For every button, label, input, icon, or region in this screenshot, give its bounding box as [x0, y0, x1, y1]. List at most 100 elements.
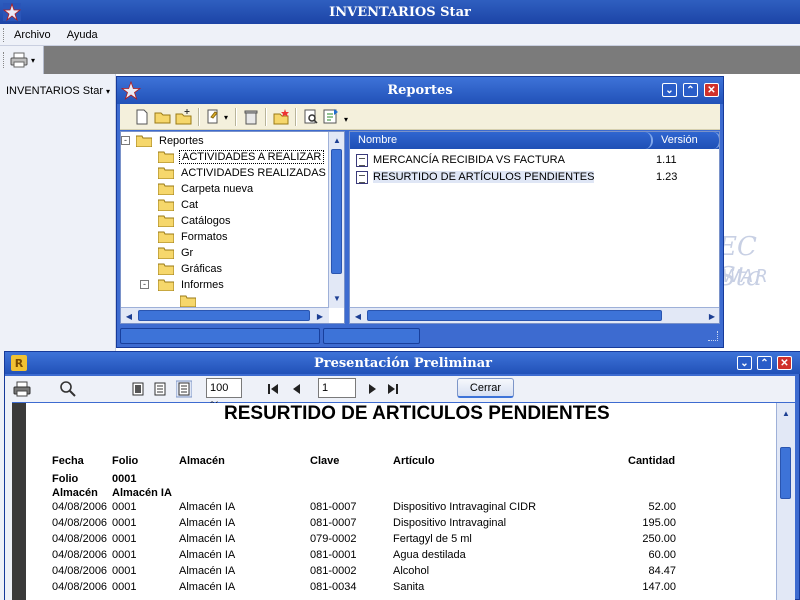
minimize-button[interactable]: ⌄	[737, 356, 752, 370]
tree-horizontal-scrollbar[interactable]: ◀ ▶	[121, 307, 329, 323]
report-list: Nombre Versión MERCANCÍA RECIBIDA VS FAC…	[349, 131, 720, 324]
tree-label: Cat	[181, 199, 199, 211]
properties-icon[interactable]	[205, 108, 223, 126]
list-hscroll-thumb[interactable]	[367, 310, 662, 321]
toolbar-grip[interactable]	[3, 52, 6, 68]
first-page-icon[interactable]	[267, 380, 279, 398]
close-button[interactable]: ✕	[704, 83, 719, 97]
report-name: MERCANCÍA RECIBIDA VS FACTURA	[373, 154, 565, 166]
list-item[interactable]: MERCANCÍA RECIBIDA VS FACTURA 1.11	[356, 152, 677, 168]
report-cell-almacen: Almacén IA	[179, 549, 236, 561]
new-document-icon[interactable]	[133, 108, 151, 126]
restore-button[interactable]: ⌃	[757, 356, 772, 370]
report-cell-cantidad: 84.47	[648, 565, 676, 577]
app-star-icon[interactable]	[3, 3, 21, 21]
report-version: 1.11	[656, 154, 677, 166]
new-report-icon[interactable]	[272, 108, 290, 126]
group-almacen-label: Almacén	[52, 487, 98, 499]
tree-item-formatos[interactable]: Formatos	[157, 229, 229, 245]
tree-item-root[interactable]: Reportes	[135, 133, 206, 149]
folder-icon	[179, 295, 197, 308]
report-cell-almacen: Almacén IA	[179, 533, 236, 545]
report-vscroll-thumb[interactable]	[780, 447, 791, 499]
report-name: RESURTIDO DE ARTÍCULOS PENDIENTES	[373, 171, 595, 183]
report-page: RESURTIDO DE ARTICULOS PENDIENTES Fecha …	[12, 403, 776, 600]
next-page-icon[interactable]	[367, 380, 379, 398]
previous-page-icon[interactable]	[290, 380, 302, 398]
folder-icon	[157, 263, 175, 276]
report-cell-clave: 081-0007	[310, 501, 357, 513]
open-folder-icon[interactable]	[154, 108, 172, 126]
export-icon[interactable]	[322, 108, 340, 126]
report-cell-fecha: 04/08/2006	[52, 549, 108, 561]
tree-item-actividades-a-realizar[interactable]: ACTIVIDADES A REALIZAR	[157, 149, 325, 165]
tree-item-gr[interactable]: Gr	[157, 245, 195, 261]
tree-vscroll-thumb[interactable]	[331, 149, 342, 274]
tree-item-graficas[interactable]: Gráficas	[157, 261, 224, 277]
report-cell-clave: 081-0002	[310, 565, 357, 577]
resize-grip-icon[interactable]	[708, 331, 718, 341]
menubar: Archivo Ayuda	[0, 24, 800, 46]
scroll-up-icon[interactable]: ▲	[329, 132, 344, 148]
report-vertical-scrollbar[interactable]: ▲	[776, 403, 795, 600]
report-cell-almacen: Almacén IA	[179, 581, 236, 593]
minimize-button[interactable]: ⌄	[662, 83, 677, 97]
tree-item-informes[interactable]: Informes	[157, 277, 226, 293]
new-folder-icon[interactable]	[175, 108, 193, 126]
close-button[interactable]: ✕	[777, 356, 792, 370]
report-cell-articulo: Fertagyl de 5 ml	[393, 533, 472, 545]
report-cell-folio: 0001	[112, 565, 137, 577]
column-header-nombre[interactable]: Nombre	[350, 132, 653, 149]
preview-icon[interactable]	[302, 108, 320, 126]
properties-dropdown-icon[interactable]: ▾	[224, 113, 228, 122]
menu-ayuda[interactable]: Ayuda	[67, 29, 98, 41]
minimize-icon: ⌄	[665, 84, 674, 96]
export-dropdown-icon[interactable]: ▾	[344, 115, 348, 124]
scroll-right-icon[interactable]: ▶	[312, 308, 328, 323]
side-panel-label: INVENTARIOS Star	[6, 85, 103, 97]
scroll-left-icon[interactable]: ◀	[350, 308, 366, 323]
last-page-icon[interactable]	[387, 380, 399, 398]
single-page-icon[interactable]	[131, 380, 145, 398]
scroll-left-icon[interactable]: ◀	[121, 308, 137, 323]
printer-icon[interactable]	[10, 51, 28, 69]
main-toolbar-strip: ▾	[0, 46, 44, 74]
report-cell-folio: 0001	[112, 533, 137, 545]
tree-item-catalogos[interactable]: Catálogos	[157, 213, 233, 229]
list-item[interactable]: RESURTIDO DE ARTÍCULOS PENDIENTES 1.23	[356, 169, 677, 185]
tree-vertical-scrollbar[interactable]: ▲ ▼	[328, 132, 344, 308]
scroll-down-icon[interactable]: ▼	[329, 290, 344, 306]
tree-label: Gr	[181, 247, 194, 259]
tree-item-cat[interactable]: Cat	[157, 197, 200, 213]
restore-button[interactable]: ⌃	[683, 83, 698, 97]
header-folio: Folio	[112, 455, 139, 467]
side-panel-dropdown[interactable]: INVENTARIOS Star ▾	[6, 85, 110, 97]
folder-tree: - Reportes ACTIVIDADES A REALIZAR ACTIVI…	[120, 131, 345, 324]
report-version: 1.23	[656, 171, 678, 183]
scroll-up-icon[interactable]: ▲	[778, 405, 794, 421]
report-cell-articulo: Alcohol	[393, 565, 430, 577]
list-horizontal-scrollbar[interactable]: ◀ ▶	[350, 307, 719, 323]
main-toolbar: ▾	[0, 46, 800, 74]
printer-dropdown-icon[interactable]: ▾	[31, 56, 35, 65]
multi-page-icon[interactable]	[176, 380, 192, 398]
tree-expand-informes[interactable]: -	[140, 280, 149, 289]
trash-icon[interactable]	[242, 108, 260, 126]
header-clave: Clave	[310, 455, 340, 467]
scroll-right-icon[interactable]: ▶	[704, 308, 719, 323]
menubar-grip[interactable]	[3, 28, 6, 42]
menu-archivo[interactable]: Archivo	[14, 29, 51, 41]
tree-item-carpeta-nueva[interactable]: Carpeta nueva	[157, 181, 255, 197]
tree-hscroll-thumb[interactable]	[138, 310, 310, 321]
zoom-field[interactable]: 100 %	[206, 378, 242, 412]
close-icon: ✕	[780, 357, 789, 369]
page-number-field[interactable]: 1	[318, 378, 356, 398]
print-icon[interactable]	[13, 380, 31, 398]
close-preview-button[interactable]: Cerrar	[457, 378, 514, 398]
tree-item-actividades-realizadas[interactable]: ACTIVIDADES REALIZADAS	[157, 165, 328, 181]
page-width-icon[interactable]	[153, 380, 167, 398]
column-header-version[interactable]: Versión	[653, 132, 719, 149]
tree-expand-root[interactable]: -	[121, 136, 130, 145]
minimize-icon: ⌄	[740, 357, 749, 369]
zoom-search-icon[interactable]	[59, 380, 77, 398]
